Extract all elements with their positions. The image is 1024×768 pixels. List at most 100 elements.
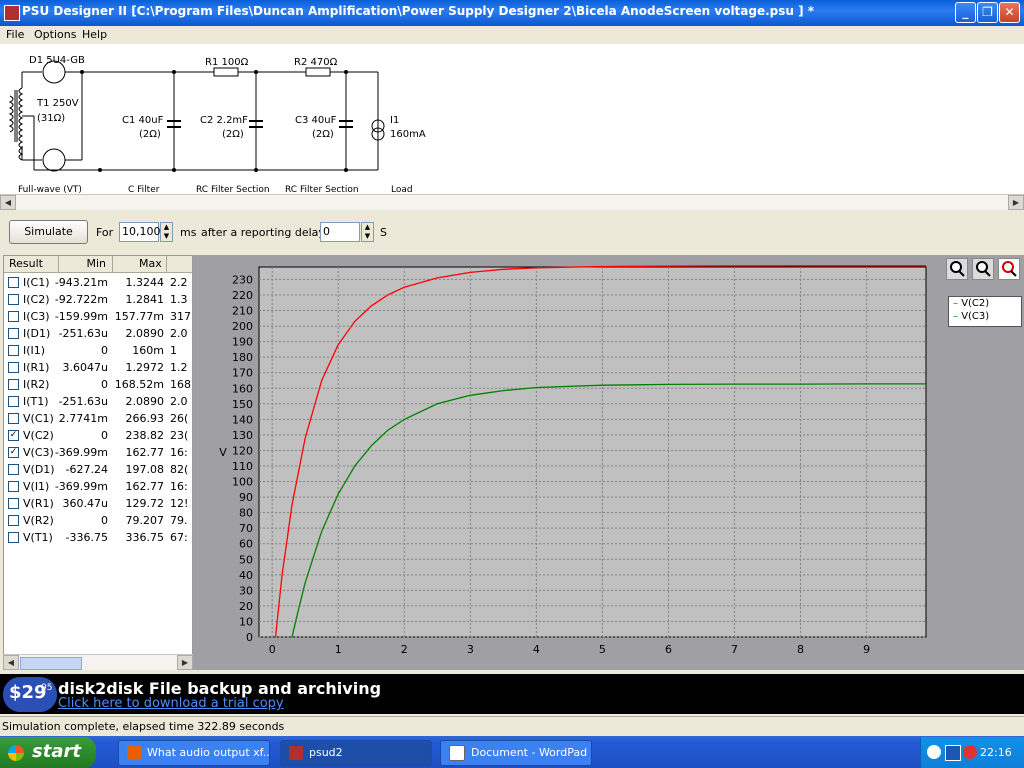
ad-download-link[interactable]: Click here to download a trial copy: [58, 696, 284, 711]
tray-security-icon[interactable]: [963, 745, 977, 759]
result-checkbox[interactable]: ✓: [8, 430, 19, 441]
results-scrollbar[interactable]: ◀ ▶: [3, 654, 193, 670]
scroll-left-icon[interactable]: ◀: [0, 195, 16, 210]
col-min[interactable]: Min: [59, 256, 113, 273]
result-extra: 67:: [170, 531, 188, 544]
y-tick-label: 100: [232, 476, 253, 489]
results-table[interactable]: Result Min Max I(C1) -943.21m 1.3244 2.2 I(C…: [3, 255, 193, 670]
table-row[interactable]: I(R1) 3.6047u 1.2972 1.2: [4, 359, 192, 376]
maximize-button[interactable]: ❐: [977, 2, 998, 23]
zoom-fit-icon[interactable]: [998, 258, 1020, 280]
delay-field[interactable]: 0: [320, 222, 360, 242]
result-checkbox[interactable]: [8, 294, 19, 305]
schematic-panel[interactable]: D1 5U4-GB T1 250V (31Ω) R1 100Ω R2 470Ω …: [0, 44, 1024, 194]
result-checkbox[interactable]: [8, 498, 19, 509]
zoom-in-icon[interactable]: [946, 258, 968, 280]
result-max: 162.77: [125, 446, 165, 459]
menu-bar: [0, 26, 1024, 44]
y-tick-label: 200: [232, 320, 253, 333]
table-row[interactable]: V(R1) 360.47u 129.72 12!: [4, 495, 192, 512]
zoom-out-icon[interactable]: [972, 258, 994, 280]
voltage-chart[interactable]: 0 1 2 3 4 5 6 7 8 9010203040506070809010011012013…: [193, 255, 1024, 670]
result-checkbox[interactable]: [8, 311, 19, 322]
delay-spinner[interactable]: ▲ ▼: [361, 222, 374, 242]
section-load: Load: [391, 185, 413, 194]
table-row[interactable]: V(R2) 0 79.207 79.: [4, 512, 192, 529]
result-checkbox[interactable]: [8, 328, 19, 339]
price-badge[interactable]: $29 95: [3, 677, 57, 712]
menu-options[interactable]: Options: [34, 28, 76, 41]
result-checkbox[interactable]: [8, 413, 19, 424]
result-max: 1.2841: [125, 293, 165, 306]
y-tick-label: 150: [232, 398, 253, 411]
task-wordpad[interactable]: Document - WordPad: [440, 740, 592, 766]
table-row[interactable]: V(T1) -336.75 336.75 67:: [4, 529, 192, 546]
table-row[interactable]: I(R2) 0 168.52m 168.: [4, 376, 192, 393]
table-row[interactable]: V(C1) 2.7741m 266.93 26(: [4, 410, 192, 427]
result-checkbox[interactable]: [8, 532, 19, 543]
task-psud2[interactable]: psud2: [280, 740, 432, 766]
y-tick-label: 10: [239, 615, 253, 628]
table-row[interactable]: V(I1) -369.99m 162.77 16:: [4, 478, 192, 495]
result-checkbox[interactable]: [8, 481, 19, 492]
result-checkbox[interactable]: [8, 345, 19, 356]
table-row[interactable]: ✓ V(C3) -369.99m 162.77 16:: [4, 444, 192, 461]
table-row[interactable]: I(T1) -251.63u 2.0890 2.0: [4, 393, 192, 410]
c1-label: C1 40uF: [122, 115, 164, 126]
table-row[interactable]: ✓ V(C2) 0 238.82 23(: [4, 427, 192, 444]
minimize-button[interactable]: _: [955, 2, 976, 23]
r1-label: R1 100Ω: [205, 57, 249, 68]
scroll-thumb[interactable]: [20, 657, 82, 670]
x-tick-label: 0: [269, 643, 276, 656]
table-row[interactable]: I(C2) -92.722m 1.2841 1.3: [4, 291, 192, 308]
table-row[interactable]: V(D1) -627.24 197.08 82(: [4, 461, 192, 478]
menu-file[interactable]: File: [6, 28, 24, 41]
result-min: 0: [101, 344, 108, 357]
result-extra: 79.: [170, 514, 188, 527]
result-checkbox[interactable]: [8, 515, 19, 526]
duration-field[interactable]: 10,100: [119, 222, 161, 242]
chart-legend: – V(C2) – V(C3): [948, 296, 1022, 327]
result-checkbox[interactable]: [8, 379, 19, 390]
result-checkbox[interactable]: ✓: [8, 447, 19, 458]
result-max: 168.52m: [114, 378, 164, 391]
tray-network-icon[interactable]: [945, 745, 961, 761]
table-row[interactable]: I(C3) -159.99m 157.77m 317.: [4, 308, 192, 325]
result-max: 2.0890: [125, 327, 165, 340]
result-checkbox[interactable]: [8, 396, 19, 407]
result-checkbox[interactable]: [8, 362, 19, 373]
col-extra[interactable]: [167, 256, 192, 273]
start-button[interactable]: start: [0, 737, 96, 768]
result-extra: 2.0: [170, 395, 188, 408]
result-min: -251.63u: [58, 327, 108, 340]
scroll-right-icon[interactable]: ▶: [1008, 195, 1024, 210]
result-max: 157.77m: [114, 310, 164, 323]
task-firefox[interactable]: What audio output xf...: [118, 740, 270, 766]
menu-help[interactable]: Help: [82, 28, 107, 41]
result-extra: 2.0: [170, 327, 188, 340]
tray-back-icon[interactable]: [927, 745, 941, 759]
col-max[interactable]: Max: [113, 256, 167, 273]
table-row[interactable]: I(D1) -251.63u 2.0890 2.0: [4, 325, 192, 342]
result-extra: 82(: [170, 463, 189, 476]
result-checkbox[interactable]: [8, 464, 19, 475]
table-row[interactable]: I(C1) -943.21m 1.3244 2.2: [4, 274, 192, 291]
table-row[interactable]: I(I1) 0 160m 1: [4, 342, 192, 359]
i1-label: I1: [390, 115, 399, 126]
result-checkbox[interactable]: [8, 277, 19, 288]
plot-area: [258, 266, 927, 638]
result-min: -159.99m: [54, 310, 108, 323]
duration-spinner[interactable]: ▲ ▼: [160, 222, 173, 242]
scroll-right-icon[interactable]: ▶: [177, 655, 193, 670]
y-tick-label: 70: [239, 522, 253, 535]
section-full-wave: Full-wave (VT): [18, 185, 82, 194]
scroll-left-icon[interactable]: ◀: [3, 655, 19, 670]
c3-resistance: (2Ω): [312, 129, 334, 140]
col-result[interactable]: Result: [4, 256, 59, 273]
x-tick-label: 3: [467, 643, 474, 656]
close-button[interactable]: ✕: [999, 2, 1020, 23]
simulate-button[interactable]: Simulate: [9, 220, 88, 244]
x-tick-label: 7: [731, 643, 738, 656]
s-label: S: [380, 226, 387, 239]
schematic-scrollbar[interactable]: ◀ ▶: [0, 194, 1024, 210]
